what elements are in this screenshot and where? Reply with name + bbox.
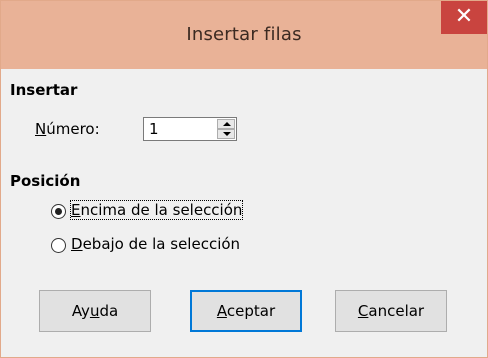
radio-below-selection[interactable]: Debajo de la selección	[51, 235, 281, 257]
radio-button-checked[interactable]	[51, 204, 66, 219]
position-section-title: Posición	[10, 172, 81, 190]
help-button[interactable]: Ayuda	[39, 290, 151, 332]
number-input[interactable]: 1	[149, 120, 159, 138]
close-icon: ✕	[454, 4, 474, 29]
number-spinbox[interactable]: 1	[143, 117, 237, 141]
spin-up-button[interactable]	[217, 119, 235, 129]
spin-down-button[interactable]	[217, 129, 235, 139]
radio-below-label[interactable]: Debajo de la selección	[71, 235, 240, 253]
insert-section-title: Insertar	[10, 81, 78, 99]
ok-button[interactable]: Aceptar	[190, 290, 302, 332]
dialog-content: Insertar Número: 1 Posición Encima de la…	[1, 69, 487, 357]
radio-dot	[55, 208, 62, 215]
radio-above-selection[interactable]: Encima de la selección	[51, 200, 281, 223]
title-bar[interactable]: Insertar filas ✕	[1, 1, 487, 69]
chevron-up-icon	[223, 122, 231, 126]
chevron-down-icon	[223, 132, 231, 136]
close-button[interactable]: ✕	[441, 1, 487, 34]
cancel-button[interactable]: Cancelar	[335, 290, 447, 332]
spin-buttons	[217, 119, 235, 139]
number-label: Número:	[35, 120, 100, 138]
dialog-title: Insertar filas	[186, 24, 302, 45]
radio-above-label[interactable]: Encima de la selección	[69, 200, 244, 220]
radio-button-unchecked[interactable]	[51, 238, 66, 253]
insert-rows-dialog: Insertar filas ✕ Insertar Número: 1 Posi…	[0, 0, 488, 358]
